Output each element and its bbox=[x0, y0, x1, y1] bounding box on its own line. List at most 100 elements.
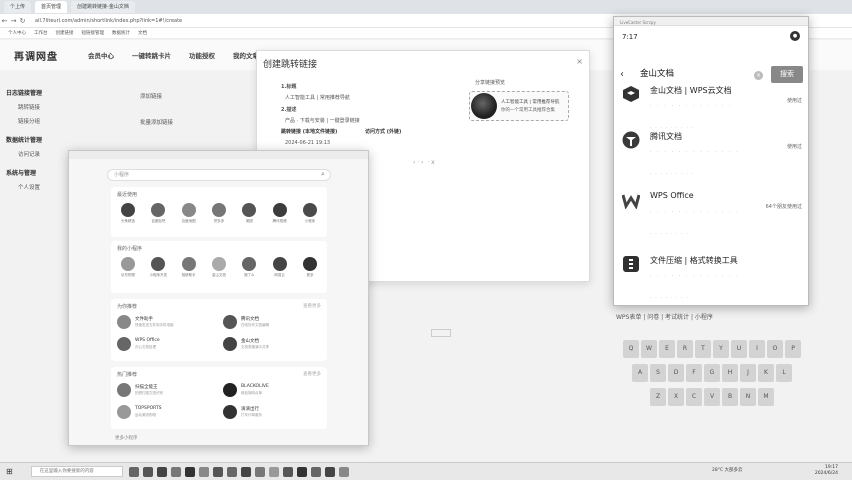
browser-tab[interactable]: 创建跳转链接-金山文档 bbox=[71, 1, 135, 13]
list-item[interactable]: TOPSPORTS 运动潮流购物 bbox=[117, 405, 217, 421]
forward-arrow-icon[interactable]: → bbox=[9, 17, 18, 25]
app-icon[interactable] bbox=[142, 466, 153, 477]
keyboard-key[interactable]: J bbox=[740, 364, 756, 382]
list-item[interactable]: 文件助手 快速发送文件到手机电脑 bbox=[117, 315, 217, 331]
app-icon[interactable]: 更多 bbox=[299, 257, 321, 278]
keyboard-key[interactable]: W bbox=[641, 340, 657, 358]
keyboard-key[interactable]: N bbox=[740, 388, 756, 406]
keyboard-key[interactable]: C bbox=[686, 388, 702, 406]
browser-tab[interactable]: 个上传 bbox=[4, 1, 32, 13]
search-input[interactable]: 金山文档 bbox=[640, 67, 674, 79]
bookmark[interactable]: 创建链接 bbox=[56, 30, 74, 36]
bookmark[interactable]: 文档 bbox=[138, 30, 147, 36]
close-icon[interactable]: × bbox=[576, 57, 583, 66]
app-icon[interactable]: 百度贴吧 bbox=[147, 203, 169, 224]
sidebar-section[interactable]: 日志链接管理 bbox=[6, 88, 66, 97]
list-item[interactable]: 扫描全能王 拍照扫描文档识别 bbox=[117, 383, 217, 399]
sidebar-section[interactable]: 数据统计管理 bbox=[6, 135, 66, 144]
app-icon[interactable] bbox=[296, 466, 307, 477]
clear-icon[interactable]: × bbox=[754, 71, 763, 80]
app-icon[interactable] bbox=[282, 466, 293, 477]
app-icon[interactable]: 拼多多 bbox=[208, 203, 230, 224]
keyboard-key[interactable]: V bbox=[704, 388, 720, 406]
batch-add-link-label[interactable]: 批量添加链接 bbox=[140, 118, 173, 126]
keyboard-key[interactable]: P bbox=[785, 340, 801, 358]
result-item[interactable]: WPS Office 64个朋友使用过 · · · · · · · · · · … bbox=[614, 187, 810, 243]
app-icon[interactable]: 小程序开发 bbox=[147, 257, 169, 278]
list-item[interactable]: WPS Office 办公文档处理 bbox=[117, 337, 217, 353]
app-icon[interactable] bbox=[338, 466, 349, 477]
footer-link[interactable]: 更多小程序 bbox=[115, 435, 138, 441]
app-icon[interactable]: 网易云 bbox=[269, 257, 291, 278]
search-input[interactable]: 小程序 bbox=[107, 169, 331, 181]
list-item[interactable]: 腾讯文档 在线协作文档编辑 bbox=[223, 315, 323, 331]
description-field[interactable]: 产品 · 下载与安装 | 一键登录链接 bbox=[285, 117, 360, 124]
keyboard-key[interactable]: Y bbox=[713, 340, 729, 358]
bookmark[interactable]: 个人中心 bbox=[8, 30, 26, 36]
bookmark[interactable]: 工作台 bbox=[34, 30, 48, 36]
app-icon[interactable] bbox=[310, 466, 321, 477]
keyboard-key[interactable]: Z bbox=[650, 388, 666, 406]
result-item[interactable]: 文件压缩 | 格式转换工具 · · · · · · · · · · · · · … bbox=[614, 251, 810, 307]
link-mode-label[interactable]: 访问方式 (外链) bbox=[365, 128, 401, 135]
app-icon[interactable]: 头条精选 bbox=[117, 203, 139, 224]
nav-item[interactable]: 会员中心 bbox=[88, 50, 114, 60]
keyboard-key[interactable]: X bbox=[668, 388, 684, 406]
app-icon[interactable]: 金山文档 bbox=[208, 257, 230, 278]
bookmark[interactable]: 短链接管理 bbox=[82, 30, 105, 36]
add-link-label[interactable]: 添加链接 bbox=[140, 92, 162, 100]
weather-widget[interactable]: 28°C 大部多云 bbox=[712, 467, 743, 473]
windows-start-icon[interactable]: ⊞ bbox=[6, 467, 13, 476]
app-icon[interactable]: 相册助手 bbox=[178, 257, 200, 278]
list-item[interactable]: 金山文档 文档表格演示共享 bbox=[223, 337, 323, 353]
taskview-icon[interactable] bbox=[128, 466, 139, 477]
nav-item[interactable]: 一键转跳卡片 bbox=[132, 50, 171, 60]
app-icon[interactable] bbox=[156, 466, 167, 477]
keyboard-key[interactable]: E bbox=[659, 340, 675, 358]
app-icon[interactable] bbox=[198, 466, 209, 477]
app-icon[interactable]: 饿了么 bbox=[238, 257, 260, 278]
sidebar-item[interactable]: 链接分组 bbox=[18, 117, 66, 125]
keyboard-key[interactable]: A bbox=[632, 364, 648, 382]
keyboard-key[interactable]: M bbox=[758, 388, 774, 406]
sidebar-item[interactable]: 个人设置 bbox=[18, 183, 66, 191]
list-item[interactable]: BLACKOLIVE 精品咖啡点单 bbox=[223, 383, 323, 399]
app-icon[interactable]: 百度地图 bbox=[178, 203, 200, 224]
keyboard-suggestions[interactable]: WPS表单 | 问卷 | 考试统计 | 小程序 bbox=[616, 312, 808, 332]
app-icon[interactable]: 腾讯视频 bbox=[269, 203, 291, 224]
app-icon[interactable]: 京东购物 bbox=[117, 257, 139, 278]
keyboard-key[interactable]: K bbox=[758, 364, 774, 382]
keyboard-key[interactable]: D bbox=[668, 364, 684, 382]
keyboard-key[interactable]: T bbox=[695, 340, 711, 358]
keyboard-key[interactable]: O bbox=[767, 340, 783, 358]
confirm-button[interactable] bbox=[431, 329, 451, 337]
keyboard-key[interactable]: G bbox=[704, 364, 720, 382]
app-icon[interactable] bbox=[240, 466, 251, 477]
back-arrow-icon[interactable]: ← bbox=[0, 17, 9, 25]
taskbar-search-input[interactable]: 在这里输入你要搜索的内容 bbox=[30, 466, 123, 477]
keyboard-key[interactable]: U bbox=[731, 340, 747, 358]
result-item[interactable]: 腾讯文档 使用过 · · · · · · · · · · · · · · · ·… bbox=[614, 127, 810, 183]
reload-icon[interactable]: ↻ bbox=[18, 17, 27, 25]
app-icon[interactable] bbox=[226, 466, 237, 477]
app-icon[interactable] bbox=[254, 466, 265, 477]
keyboard-key[interactable]: B bbox=[722, 388, 738, 406]
system-clock[interactable]: 19:17 2024/6/24 bbox=[815, 465, 838, 477]
keyboard-key[interactable]: F bbox=[686, 364, 702, 382]
keyboard-key[interactable]: H bbox=[722, 364, 738, 382]
search-icon[interactable]: ⌕ bbox=[321, 170, 325, 179]
link-type-label[interactable]: 跳转链接 (本地文件链接) bbox=[281, 128, 337, 135]
app-icon[interactable] bbox=[324, 466, 335, 477]
keyboard-key[interactable]: R bbox=[677, 340, 693, 358]
app-icon[interactable] bbox=[184, 466, 195, 477]
nav-item[interactable]: 功能授权 bbox=[189, 50, 215, 60]
keyboard-key[interactable]: S bbox=[650, 364, 666, 382]
list-item[interactable]: 滴滴出行 打车代驾服务 bbox=[223, 405, 323, 421]
browser-tab[interactable]: 首页管理 bbox=[35, 1, 68, 13]
bookmark[interactable]: 数据统计 bbox=[112, 30, 130, 36]
app-icon[interactable]: 小程序 bbox=[299, 203, 321, 224]
app-icon[interactable]: 美团 bbox=[238, 203, 260, 224]
back-arrow-icon[interactable]: ‹ bbox=[620, 69, 624, 80]
more-link[interactable]: 查看更多 bbox=[303, 303, 321, 309]
keyboard-key[interactable]: I bbox=[749, 340, 765, 358]
